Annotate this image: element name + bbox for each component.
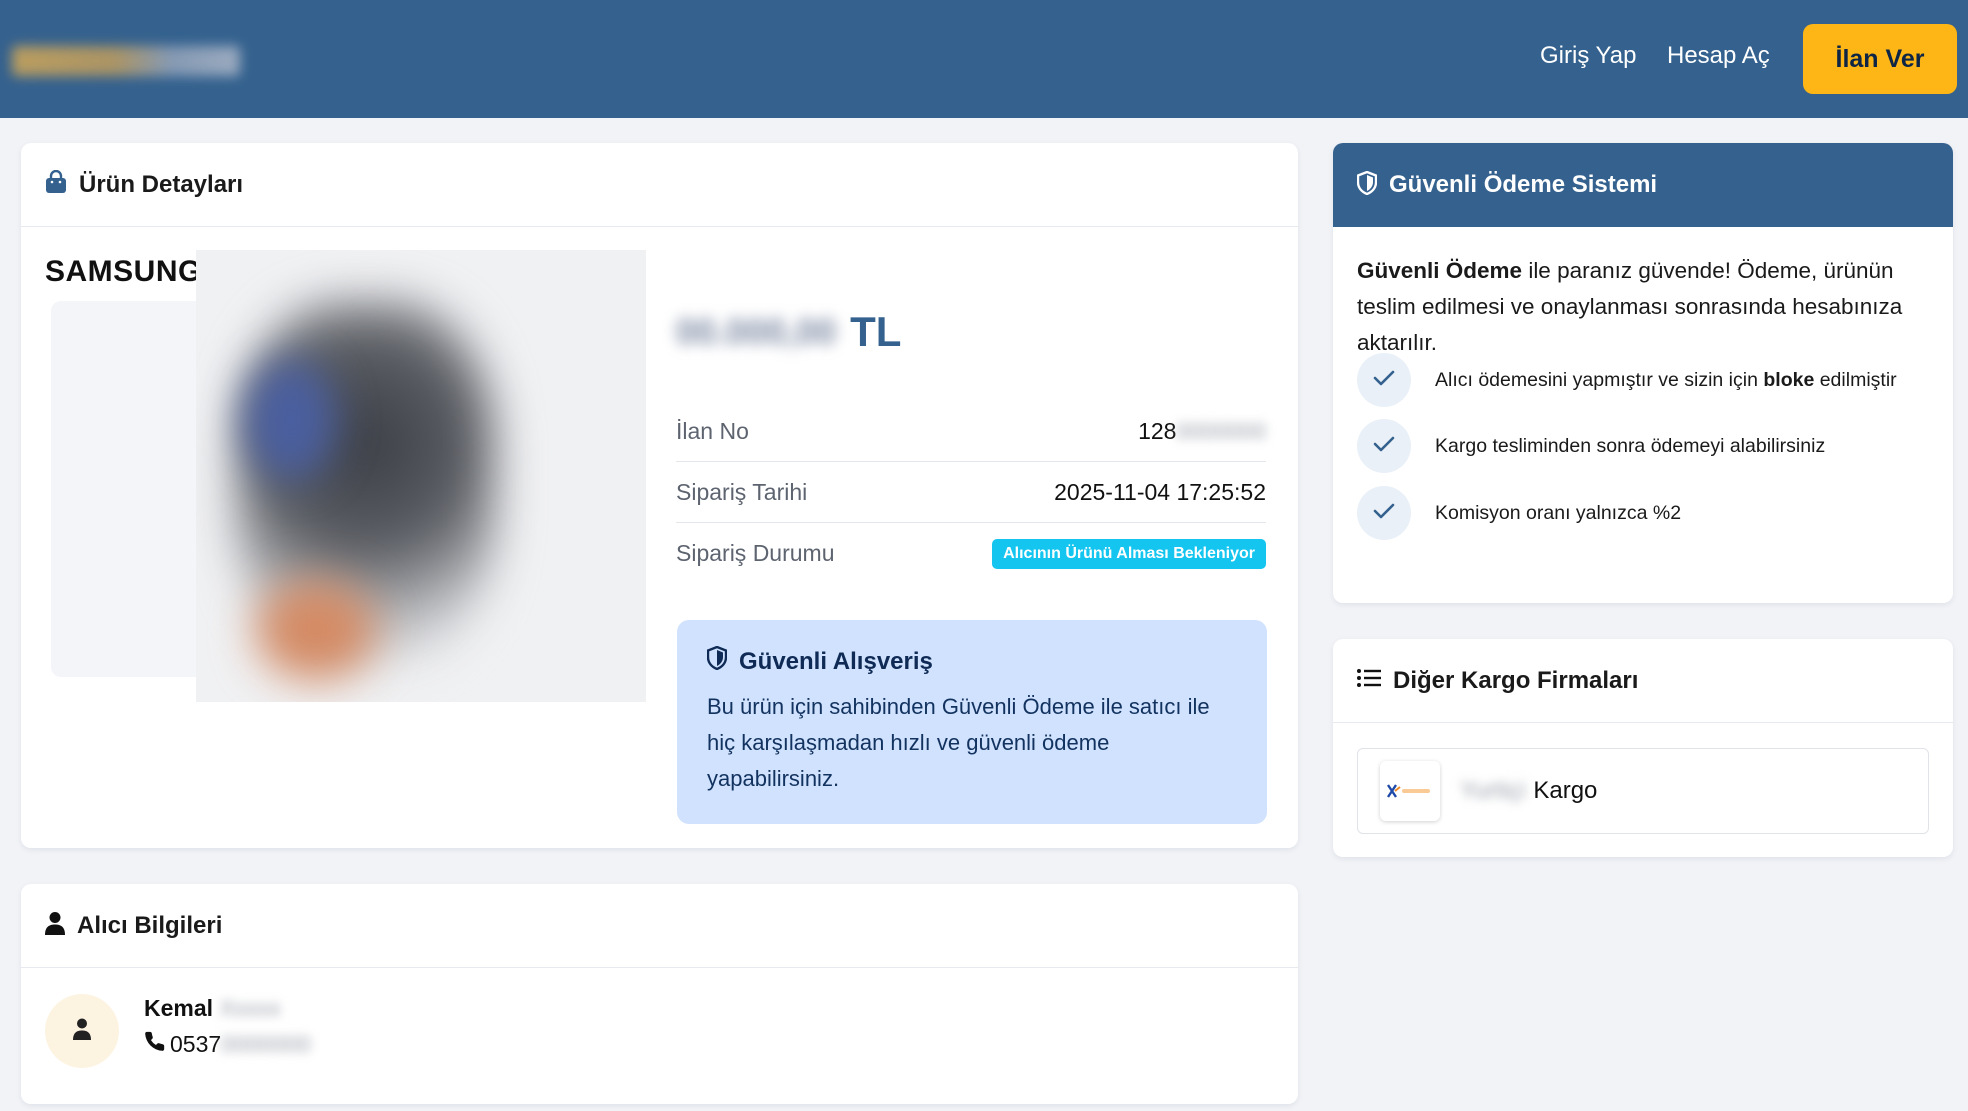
cargo-option[interactable]: Yurtiçi Kargo (1357, 748, 1929, 834)
cargo-name: Yurtiçi Kargo (1460, 777, 1598, 804)
secure-payment-intro: Güvenli Ödeme ile paranız güvende! Ödeme… (1357, 258, 1903, 355)
secure-shopping-title: Güvenli Alışveriş (706, 645, 1237, 677)
order-status-label: Sipariş Durumu (676, 540, 835, 566)
order-date-row: Sipariş Tarihi 2025-11-04 17:25:52 (676, 462, 1266, 523)
product-details-header: Ürün Detayları (21, 143, 1298, 227)
buyer-info-card: Alıcı Bilgileri Kemal Xxxxx 0537 0000000 (21, 884, 1298, 1104)
product-details-title: Ürün Detayları (79, 170, 244, 198)
user-icon (45, 911, 65, 940)
order-status-row: Sipariş Durumu Alıcının Ürünü Alması Bek… (676, 523, 1266, 584)
check-item-text: Komisyon oranı yalnızca %2 (1435, 501, 1682, 524)
check-item-3: Komisyon oranı yalnızca %2 (1357, 486, 1905, 540)
product-image-frame (51, 301, 211, 677)
list-icon (1357, 668, 1381, 693)
product-price: 00.000,00 TL (676, 308, 901, 356)
register-link[interactable]: Hesap Aç (1667, 42, 1770, 70)
top-navbar: Giriş Yap Hesap Aç İlan Ver (0, 0, 1968, 118)
shopping-bag-icon (45, 169, 67, 199)
price-value: 00.000,00 (676, 311, 837, 352)
listing-number-label: İlan No (676, 417, 749, 444)
secure-shopping-box: Güvenli Alışveriş Bu ürün için sahibinde… (677, 620, 1267, 824)
product-brand: SAMSUNG (45, 255, 202, 288)
secure-payment-card: Güvenli Ödeme Sistemi Güvenli Ödeme ile … (1333, 143, 1953, 603)
buyer-info-header: Alıcı Bilgileri (21, 884, 1298, 968)
phone-icon (144, 1030, 166, 1058)
order-date-value: 2025-11-04 17:25:52 (1054, 478, 1266, 505)
listing-number-row: İlan No 1280000000 (676, 401, 1266, 462)
shield-icon (1356, 170, 1378, 200)
buyer-phone[interactable]: 0537 0000000 (144, 1030, 311, 1058)
secure-shopping-text: Bu ürün için sahibinden Güvenli Ödeme il… (707, 694, 1210, 791)
check-icon (1373, 502, 1395, 525)
check-item-text: Alıcı ödemesini yapmıştır ve sizin için … (1435, 368, 1897, 391)
order-date-label: Sipariş Tarihi (676, 478, 808, 505)
listing-number-value: 1280000000 (1138, 417, 1266, 444)
product-image[interactable] (196, 250, 646, 702)
site-logo[interactable] (12, 46, 240, 76)
status-badge: Alıcının Ürünü Alması Bekleniyor (992, 538, 1266, 569)
cargo-logo (1380, 761, 1440, 821)
check-item-text: Kargo tesliminden sonra ödemeyi alabilir… (1435, 434, 1826, 457)
buyer-avatar (45, 994, 119, 1068)
secure-payment-title: Güvenli Ödeme Sistemi (1389, 171, 1658, 198)
secure-payment-header: Güvenli Ödeme Sistemi (1333, 143, 1953, 227)
buyer-info-title: Alıcı Bilgileri (77, 911, 223, 939)
price-currency: TL (850, 308, 902, 355)
shield-icon (706, 645, 728, 677)
check-icon (1373, 435, 1395, 458)
cargo-companies-header: Diğer Kargo Firmaları (1333, 639, 1953, 723)
post-ad-button[interactable]: İlan Ver (1803, 24, 1957, 94)
user-icon (72, 1017, 92, 1046)
check-icon (1373, 369, 1395, 392)
check-item-1: Alıcı ödemesini yapmıştır ve sizin için … (1357, 353, 1905, 407)
cargo-companies-card: Diğer Kargo Firmaları Yurtiçi Kargo (1333, 639, 1953, 857)
login-link[interactable]: Giriş Yap (1540, 42, 1636, 70)
check-item-2: Kargo tesliminden sonra ödemeyi alabilir… (1357, 419, 1905, 473)
cargo-companies-title: Diğer Kargo Firmaları (1393, 666, 1639, 694)
product-details-card: Ürün Detayları SAMSUNG 00.000,00 TL İlan… (21, 143, 1298, 848)
buyer-name: Kemal Xxxxx (144, 995, 281, 1021)
